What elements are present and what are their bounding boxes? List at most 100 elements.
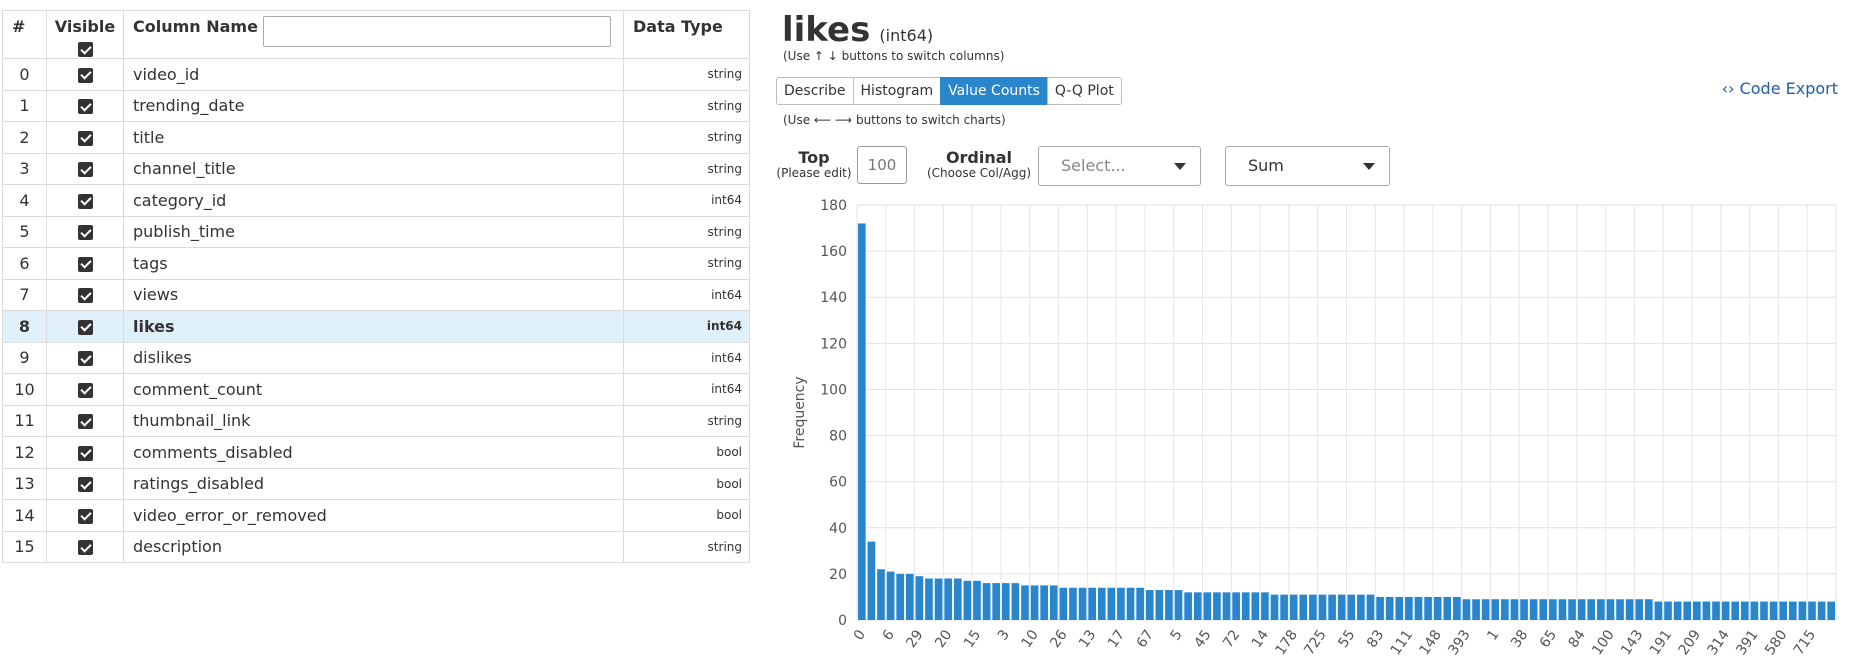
- table-row[interactable]: 5 publish_time string: [2, 215, 750, 248]
- row-visible-cell: [46, 278, 124, 311]
- row-column-name: comment_count: [123, 373, 624, 406]
- ordinal-column-select[interactable]: Select...: [1038, 146, 1201, 186]
- bar: [915, 576, 924, 620]
- bar: [1683, 601, 1692, 620]
- top-count-input[interactable]: [857, 146, 907, 184]
- bar: [953, 578, 962, 620]
- chevron-down-icon: [1174, 163, 1186, 170]
- x-tick-label: 580: [1762, 627, 1790, 658]
- table-row[interactable]: 15 description string: [2, 530, 750, 563]
- row-index: 4: [2, 184, 47, 217]
- bar: [1558, 599, 1567, 620]
- visible-checkbox[interactable]: [77, 193, 93, 209]
- bar: [1347, 594, 1356, 620]
- bar: [1712, 601, 1720, 620]
- bar: [1587, 599, 1596, 620]
- visible-checkbox[interactable]: [77, 130, 93, 146]
- column-table-body: 0 video_id string 1 trending_date string 2 titl…: [2, 58, 750, 563]
- bar: [1827, 601, 1836, 620]
- toggle-all-visible-checkbox[interactable]: [77, 42, 93, 57]
- bar: [1040, 585, 1049, 620]
- bar: [1251, 592, 1260, 620]
- row-index: 3: [2, 152, 47, 185]
- bar: [1117, 587, 1125, 620]
- table-row[interactable]: 0 video_id string: [2, 58, 750, 91]
- y-tick-label: 0: [838, 613, 847, 629]
- bar: [905, 573, 914, 620]
- value-counts-chart: 0204060801001201401601800 6 29 20 15 3 10 26 13 1…: [792, 198, 1837, 672]
- x-tick-label: 178: [1273, 627, 1301, 658]
- row-column-name: tags: [123, 247, 624, 280]
- table-row[interactable]: 11 thumbnail_link string: [2, 404, 750, 437]
- tab-value-counts[interactable]: Value Counts: [940, 77, 1048, 105]
- x-tick-label: 391: [1733, 627, 1761, 658]
- row-visible-cell: [46, 499, 124, 532]
- visible-checkbox[interactable]: [77, 445, 93, 461]
- row-visible-cell: [46, 152, 124, 185]
- y-tick-label: 180: [820, 198, 847, 214]
- visible-checkbox[interactable]: [77, 256, 93, 272]
- visible-checkbox[interactable]: [77, 99, 93, 115]
- x-tick-label: 84: [1566, 627, 1589, 651]
- x-tick-label: 45: [1191, 627, 1214, 651]
- code-export-button[interactable]: ‹› Code Export: [1722, 79, 1838, 98]
- bar: [1405, 596, 1413, 620]
- table-row[interactable]: 2 title string: [2, 121, 750, 154]
- row-visible-cell: [46, 89, 124, 122]
- bar: [877, 569, 885, 620]
- bar: [1366, 594, 1375, 620]
- x-tick-label: 5: [1168, 627, 1186, 643]
- table-row[interactable]: 10 comment_count int64: [2, 373, 750, 406]
- table-row[interactable]: 13 ratings_disabled bool: [2, 467, 750, 500]
- tab-histogram[interactable]: Histogram: [852, 77, 942, 105]
- x-tick-label: 3: [995, 627, 1013, 643]
- table-row[interactable]: 7 views int64: [2, 278, 750, 311]
- visible-checkbox[interactable]: [77, 319, 93, 335]
- bar: [1097, 587, 1106, 620]
- visible-checkbox[interactable]: [77, 540, 93, 556]
- bar: [1174, 590, 1183, 620]
- bar: [1702, 601, 1711, 620]
- bar: [1270, 594, 1279, 620]
- visible-checkbox[interactable]: [77, 288, 93, 304]
- row-data-type: int64: [623, 341, 750, 374]
- table-row[interactable]: 3 channel_title string: [2, 152, 750, 185]
- table-row[interactable]: 6 tags string: [2, 247, 750, 280]
- bar: [1740, 601, 1749, 620]
- visible-checkbox[interactable]: [77, 351, 93, 367]
- ordinal-agg-select[interactable]: Sum: [1225, 146, 1390, 186]
- bar: [1577, 599, 1586, 620]
- table-row[interactable]: 9 dislikes int64: [2, 341, 750, 374]
- column-name-filter-input[interactable]: [263, 16, 611, 47]
- visible-checkbox[interactable]: [77, 225, 93, 241]
- row-visible-cell: [46, 310, 124, 343]
- visible-checkbox[interactable]: [77, 67, 93, 83]
- y-tick-label: 160: [820, 244, 847, 260]
- row-index: 7: [2, 278, 47, 311]
- table-row[interactable]: 12 comments_disabled bool: [2, 436, 750, 469]
- visible-checkbox[interactable]: [77, 477, 93, 493]
- ordinal-column-select-value: Select...: [1061, 156, 1126, 175]
- chevron-down-icon: [1363, 163, 1375, 170]
- table-row[interactable]: 4 category_id int64: [2, 184, 750, 217]
- bar: [1491, 599, 1500, 620]
- bar: [1510, 599, 1519, 620]
- tab-q-q-plot[interactable]: Q-Q Plot: [1046, 77, 1122, 105]
- x-tick-label: 111: [1388, 627, 1416, 658]
- header-data-type: Data Type: [623, 10, 750, 59]
- visible-checkbox[interactable]: [77, 508, 93, 524]
- visible-checkbox[interactable]: [77, 414, 93, 430]
- row-index: 9: [2, 341, 47, 374]
- row-visible-cell: [46, 341, 124, 374]
- x-tick-label: 0: [851, 627, 869, 643]
- x-tick-label: 725: [1301, 627, 1329, 658]
- tab-describe[interactable]: Describe: [776, 77, 854, 105]
- table-row[interactable]: 8 likes int64: [2, 310, 750, 343]
- row-visible-cell: [46, 121, 124, 154]
- bar: [1059, 587, 1068, 620]
- visible-checkbox[interactable]: [77, 162, 93, 178]
- visible-checkbox[interactable]: [77, 382, 93, 398]
- table-row[interactable]: 1 trending_date string: [2, 89, 750, 122]
- table-row[interactable]: 14 video_error_or_removed bool: [2, 499, 750, 532]
- bar: [1280, 594, 1288, 620]
